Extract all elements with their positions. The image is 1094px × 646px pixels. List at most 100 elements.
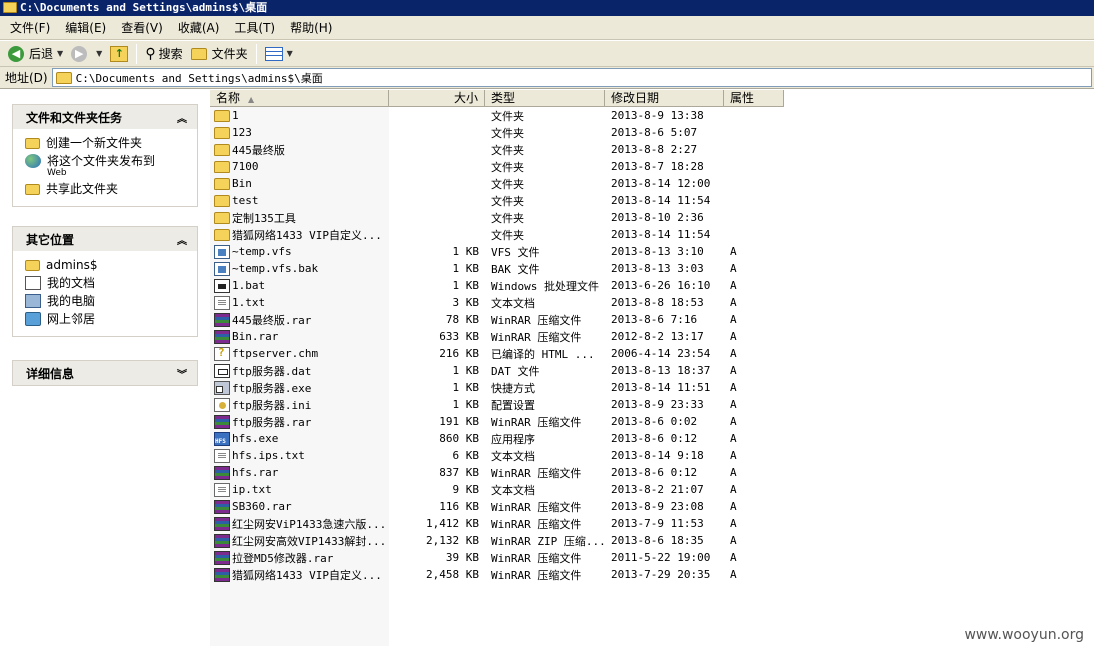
file-row[interactable]: ftpserver.chm 216 KB 已编译的 HTML ... 2006-4-1… — [210, 345, 784, 362]
collapse-icon[interactable]: ︽ — [177, 232, 187, 247]
rar-archive-icon — [214, 550, 230, 565]
file-size: 3 KB — [452, 296, 480, 309]
menu-view[interactable]: 查看(V) — [115, 17, 172, 38]
file-row[interactable]: ftp服务器.dat 1 KB DAT 文件 2013-8-13 18:37 A — [210, 362, 784, 379]
file-modified-date: 2013-8-2 21:07 — [611, 483, 704, 496]
file-name-cell[interactable]: 1.txt — [210, 295, 389, 310]
column-header-date[interactable]: 修改日期 — [605, 90, 724, 107]
file-type: 文本文档 — [491, 483, 535, 497]
new-folder-link[interactable]: 创建一个新文件夹 — [25, 136, 197, 150]
file-name-cell[interactable]: ftp服务器.rar — [210, 414, 389, 430]
place-network-link[interactable]: 网上邻居 — [25, 312, 197, 326]
file-name-cell[interactable]: 7100 — [210, 160, 389, 173]
file-name-cell[interactable]: 猎狐网络1433 VIP自定义... — [210, 567, 389, 583]
file-name-cell[interactable]: 红尘网安ViP1433急速六版... — [210, 516, 389, 532]
file-type: Windows 批处理文件 — [491, 279, 599, 293]
place-my-documents-link[interactable]: 我的文档 — [25, 276, 197, 290]
address-input[interactable]: C:\Documents and Settings\admins$\桌面 — [51, 68, 1092, 87]
file-row[interactable]: hfs.ips.txt 6 KB 文本文档 2013-8-14 9:18 A — [210, 447, 784, 464]
place-admins-link[interactable]: admins$ — [25, 258, 197, 272]
search-button[interactable]: ⚲ 搜索 — [141, 43, 186, 65]
file-name-cell[interactable]: ftp服务器.dat — [210, 363, 389, 379]
file-row[interactable]: 1 文件夹 2013-8-9 13:38 — [210, 107, 784, 124]
file-row[interactable]: 猎狐网络1433 VIP自定义... 文件夹 2013-8-14 11:54 — [210, 226, 784, 243]
file-row[interactable]: hfs.rar 837 KB WinRAR 压缩文件 2013-8-6 0:12 A — [210, 464, 784, 481]
menu-edit[interactable]: 编辑(E) — [59, 17, 115, 38]
collapse-icon[interactable]: ︽ — [177, 110, 187, 125]
menu-favorites[interactable]: 收藏(A) — [172, 17, 229, 38]
chevron-down-icon[interactable]: ▼ — [57, 49, 63, 58]
file-name-cell[interactable]: hfs.rar — [210, 465, 389, 480]
column-header-attributes[interactable]: 属性 — [724, 90, 784, 107]
file-row[interactable]: Bin 文件夹 2013-8-14 12:00 — [210, 175, 784, 192]
file-name-cell[interactable]: hfs.exe — [210, 431, 389, 446]
menu-tools[interactable]: 工具(T) — [228, 17, 284, 38]
file-row[interactable]: 拉登MD5修改器.rar 39 KB WinRAR 压缩文件 2011-5-22 19… — [210, 549, 784, 566]
views-button[interactable]: ▼ — [261, 43, 297, 65]
file-name-cell[interactable]: Bin.rar — [210, 329, 389, 344]
file-row[interactable]: 7100 文件夹 2013-8-7 18:28 — [210, 158, 784, 175]
file-name-cell[interactable]: 1.bat — [210, 278, 389, 293]
file-row[interactable]: ip.txt 9 KB 文本文档 2013-8-2 21:07 A — [210, 481, 784, 498]
file-name-cell[interactable]: 123 — [210, 126, 389, 139]
file-name-cell[interactable]: 猎狐网络1433 VIP自定义... — [210, 227, 389, 243]
file-name: ip.txt — [232, 483, 272, 496]
file-name-cell[interactable]: Bin — [210, 177, 389, 190]
menu-file[interactable]: 文件(F) — [4, 17, 59, 38]
file-row[interactable]: ftp服务器.ini 1 KB 配置设置 2013-8-9 23:33 A — [210, 396, 784, 413]
file-row[interactable]: 445最终版 文件夹 2013-8-8 2:27 — [210, 141, 784, 158]
file-row[interactable]: 猎狐网络1433 VIP自定义... 2,458 KB WinRAR 压缩文件 201… — [210, 566, 784, 583]
file-row[interactable]: 1.txt 3 KB 文本文档 2013-8-8 18:53 A — [210, 294, 784, 311]
file-row[interactable]: test 文件夹 2013-8-14 11:54 — [210, 192, 784, 209]
file-name-cell[interactable]: ~temp.vfs — [210, 244, 389, 259]
file-name-cell[interactable]: 红尘网安高效VIP1433解封... — [210, 533, 389, 549]
file-row[interactable]: 红尘网安ViP1433急速六版... 1,412 KB WinRAR 压缩文件 201… — [210, 515, 784, 532]
place-my-computer-link[interactable]: 我的电脑 — [25, 294, 197, 308]
file-modified-date: 2013-8-10 2:36 — [611, 211, 704, 224]
chevron-down-icon[interactable]: ▼ — [96, 49, 102, 58]
file-row[interactable]: 定制135工具 文件夹 2013-8-10 2:36 — [210, 209, 784, 226]
file-name-cell[interactable]: ftpserver.chm — [210, 346, 389, 361]
file-row[interactable]: Bin.rar 633 KB WinRAR 压缩文件 2012-8-2 13:17 A — [210, 328, 784, 345]
file-row[interactable]: 123 文件夹 2013-8-6 5:07 — [210, 124, 784, 141]
file-row[interactable]: ftp服务器.exe 1 KB 快捷方式 2013-8-14 11:51 A — [210, 379, 784, 396]
column-header-type[interactable]: 类型 — [485, 90, 605, 107]
menu-help[interactable]: 帮助(H) — [284, 17, 341, 38]
expand-icon[interactable]: ︾ — [177, 366, 187, 381]
file-name-cell[interactable]: ftp服务器.ini — [210, 397, 389, 413]
details-header[interactable]: 详细信息 ︾ — [13, 361, 197, 385]
file-name-cell[interactable]: 445最终版 — [210, 142, 389, 158]
file-name-cell[interactable]: 拉登MD5修改器.rar — [210, 550, 389, 566]
file-name-cell[interactable]: 1 — [210, 109, 389, 122]
publish-web-link[interactable]: 将这个文件夹发布到 Web — [25, 154, 197, 178]
file-name-cell[interactable]: 445最终版.rar — [210, 312, 389, 328]
back-button[interactable]: ◀ 后退 ▼ — [4, 43, 67, 65]
file-row[interactable]: ftp服务器.rar 191 KB WinRAR 压缩文件 2013-8-6 0:02… — [210, 413, 784, 430]
file-tasks-header[interactable]: 文件和文件夹任务 ︽ — [13, 105, 197, 129]
file-name-cell[interactable]: ip.txt — [210, 482, 389, 497]
file-name-cell[interactable]: SB360.rar — [210, 499, 389, 514]
file-row[interactable]: 445最终版.rar 78 KB WinRAR 压缩文件 2013-8-6 7:16 A — [210, 311, 784, 328]
forward-button[interactable]: ▶ ▼ — [67, 43, 106, 65]
file-name: 红尘网安ViP1433急速六版... — [232, 517, 387, 531]
share-folder-link[interactable]: 共享此文件夹 — [25, 182, 197, 196]
file-name-cell[interactable]: test — [210, 194, 389, 207]
file-name-cell[interactable]: ~temp.vfs.bak — [210, 261, 389, 276]
file-name-cell[interactable]: hfs.ips.txt — [210, 448, 389, 463]
other-places-header[interactable]: 其它位置 ︽ — [13, 227, 197, 251]
file-row[interactable]: hfs.exe 860 KB 应用程序 2013-8-6 0:12 A — [210, 430, 784, 447]
file-name-cell[interactable]: 定制135工具 — [210, 210, 389, 226]
file-modified-date: 2013-8-13 3:03 — [611, 262, 704, 275]
up-folder-button[interactable]: ↑ — [106, 43, 132, 65]
file-row[interactable]: ~temp.vfs 1 KB VFS 文件 2013-8-13 3:10 A — [210, 243, 784, 260]
file-row[interactable]: ~temp.vfs.bak 1 KB BAK 文件 2013-8-13 3:03 A — [210, 260, 784, 277]
file-modified-date: 2012-8-2 13:17 — [611, 330, 704, 343]
folders-button[interactable]: 文件夹 — [187, 43, 252, 65]
file-row[interactable]: 1.bat 1 KB Windows 批处理文件 2013-6-26 16:10 A — [210, 277, 784, 294]
file-name-cell[interactable]: ftp服务器.exe — [210, 380, 389, 396]
column-header-name[interactable]: 名称 ▲ — [210, 90, 389, 107]
column-header-size[interactable]: 大小 — [389, 90, 485, 107]
window-title-bar[interactable]: C:\Documents and Settings\admins$\桌面 — [0, 0, 1094, 16]
file-row[interactable]: SB360.rar 116 KB WinRAR 压缩文件 2013-8-9 23:08… — [210, 498, 784, 515]
file-row[interactable]: 红尘网安高效VIP1433解封... 2,132 KB WinRAR ZIP 压缩.… — [210, 532, 784, 549]
